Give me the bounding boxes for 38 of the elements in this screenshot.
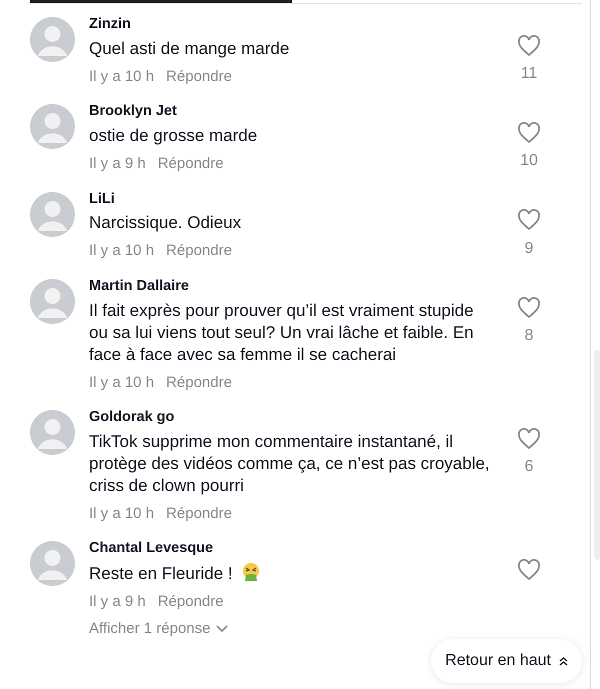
comment-time: Il y a 10 h bbox=[89, 504, 154, 524]
heart-icon[interactable] bbox=[517, 34, 541, 57]
comment-time: Il y a 10 h bbox=[89, 372, 154, 392]
comment-time: Il y a 9 h bbox=[89, 154, 146, 174]
avatar[interactable] bbox=[30, 410, 75, 455]
heart-icon[interactable] bbox=[517, 209, 541, 232]
like-count: 6 bbox=[524, 457, 534, 477]
avatar[interactable] bbox=[30, 278, 75, 324]
double-chevron-up-icon bbox=[559, 656, 568, 666]
comment-author[interactable]: Zinzin bbox=[89, 14, 496, 36]
back-to-top-button[interactable]: Retour en haut bbox=[431, 639, 582, 683]
avatar[interactable] bbox=[30, 541, 75, 586]
heart-icon[interactable] bbox=[517, 428, 541, 450]
comment-text: Reste en Fleuride ! bbox=[89, 564, 233, 583]
chevron-down-icon bbox=[216, 624, 228, 633]
avatar[interactable] bbox=[30, 17, 75, 62]
comment-time: Il y a 10 h bbox=[89, 66, 154, 87]
like-count: 10 bbox=[520, 151, 538, 172]
comment-author[interactable]: Chantal Levesque bbox=[89, 538, 496, 560]
avatar[interactable] bbox=[30, 104, 75, 150]
comment-text: Quel asti de mange marde bbox=[89, 38, 290, 58]
comment-time: Il y a 9 h bbox=[89, 592, 146, 612]
heart-icon[interactable] bbox=[517, 122, 541, 144]
comment-time: Il y a 10 h bbox=[89, 241, 154, 262]
comment-author[interactable]: Martin Dallaire bbox=[89, 276, 496, 298]
comment-author[interactable]: LiLi bbox=[89, 188, 496, 210]
comment-text: TikTok supprime mon commentaire instantané, il protège des vidéos comme ça, ce n’est pas croyable, criss de clown pourri bbox=[89, 432, 490, 495]
heart-icon[interactable] bbox=[517, 559, 541, 582]
comment-text: ostie de grosse marde bbox=[89, 126, 258, 145]
comment-text: Il fait exprès pour prouver qu’il est vraiment stupide ou sa lui viens tout seul? Un vrai lâche et faible. En face à face avec sa femme il se cacherai bbox=[89, 300, 474, 364]
comment-text: Narcissique. Odieux bbox=[89, 213, 242, 232]
heart-icon[interactable] bbox=[517, 296, 541, 319]
comment-author[interactable]: Goldorak go bbox=[89, 407, 496, 429]
avatar[interactable] bbox=[30, 192, 75, 236]
like-count: 11 bbox=[520, 64, 538, 84]
like-count: 9 bbox=[524, 238, 534, 258]
like-count: 8 bbox=[524, 326, 534, 346]
comment-author[interactable]: Brooklyn Jet bbox=[89, 101, 496, 123]
